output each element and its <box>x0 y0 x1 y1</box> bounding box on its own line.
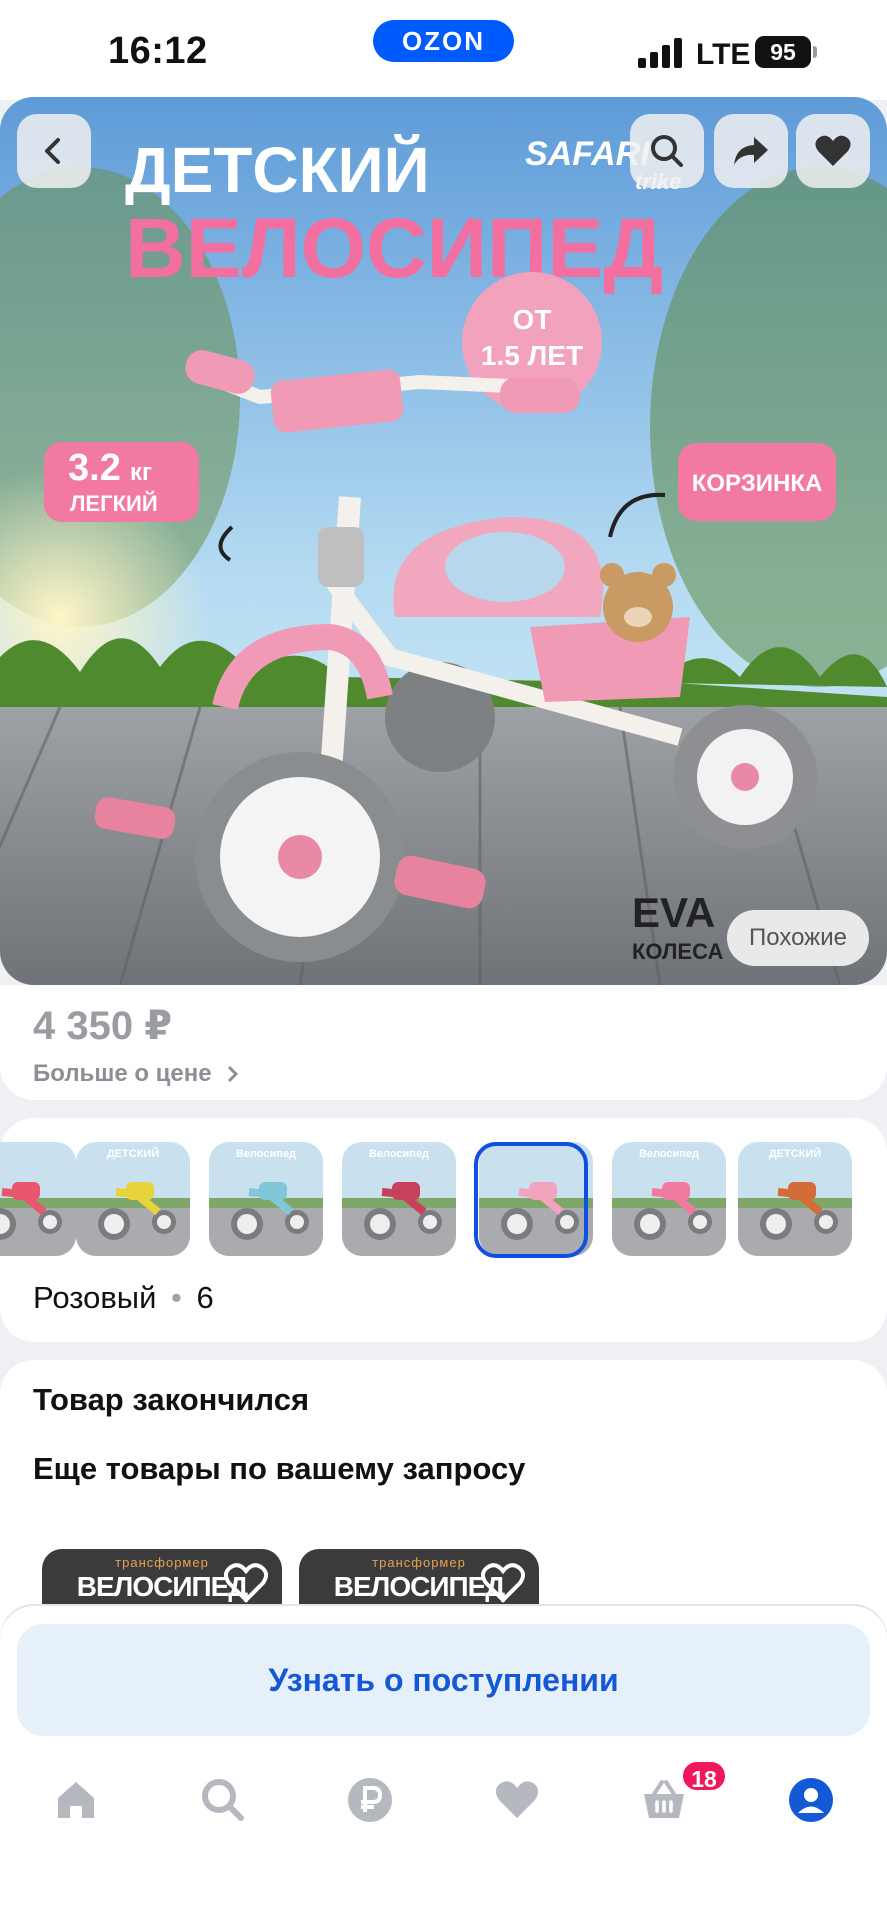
variant-thumbnail[interactable]: ДЕТСКИЙ <box>76 1142 190 1256</box>
favorite-icon <box>815 135 851 166</box>
price-value: 4 350 ₽ <box>33 1004 173 1048</box>
cellular-signal-icon <box>638 38 682 68</box>
age-badge-line1: ОТ <box>513 304 552 335</box>
share-button[interactable] <box>714 114 788 188</box>
variant-thumbnail-title: ДЕТСКИЙ <box>106 1148 160 1160</box>
headline-2: ВЕЛОСИПЕД <box>125 201 663 295</box>
variants-card: ДЕТСКИЙ Велосипед Велосипед Велосипед ДЕТСКИ… <box>0 1118 887 1342</box>
search-icon[interactable] <box>199 1776 247 1824</box>
favorite-icon[interactable] <box>481 1563 525 1603</box>
bottom-action-sheet: Узнать о поступлении 18 <box>0 1606 887 1920</box>
basket-label: КОРЗИНКА <box>692 470 823 497</box>
variant-count: 6 <box>196 1280 214 1315</box>
eva-label: EVA <box>632 889 715 936</box>
profile-icon[interactable] <box>787 1776 835 1824</box>
home-icon[interactable] <box>52 1776 100 1824</box>
variant-color-label: Розовый • 6 <box>33 1280 214 1316</box>
headline-1: ДЕТСКИЙ <box>125 133 430 206</box>
favorite-button[interactable] <box>796 114 870 188</box>
status-time: 16:12 <box>108 30 208 72</box>
battery-tip <box>813 46 817 58</box>
variant-thumbnail-title: ДЕТСКИЙ <box>768 1148 822 1160</box>
search-icon <box>651 135 683 167</box>
product-hero-image[interactable]: ДЕТСКИЙ ВЕЛОСИПЕД SAFARI trike ОТ 1.5 ЛЕ… <box>0 97 887 985</box>
variant-thumbnail-title: Велосипед <box>368 1148 430 1160</box>
variant-thumbnail[interactable]: Велосипед <box>209 1142 323 1256</box>
ruble-icon[interactable] <box>346 1776 394 1824</box>
product-photo: ДЕТСКИЙ ВЕЛОСИПЕД SAFARI trike ОТ 1.5 ЛЕ… <box>0 97 887 985</box>
variant-thumbnail[interactable]: ДЕТСКИЙ <box>738 1142 852 1256</box>
variant-thumbnail-title: Велосипед <box>638 1148 700 1160</box>
price-more-label: Больше о цене <box>33 1060 212 1087</box>
variant-thumbnail[interactable]: Велосипед <box>342 1142 456 1256</box>
back-icon <box>45 138 60 164</box>
cart-count-badge: 18 <box>680 1759 728 1793</box>
notify-availability-button[interactable]: Узнать о поступлении <box>17 1624 870 1736</box>
variant-color-name: Розовый <box>33 1280 157 1315</box>
favorites-icon[interactable] <box>493 1776 541 1824</box>
variant-separator: • <box>171 1280 182 1315</box>
variant-thumbnail[interactable] <box>0 1142 76 1256</box>
selected-variant-frame <box>474 1142 588 1258</box>
ozon-logo-pill[interactable]: OZON <box>373 20 514 62</box>
age-badge-line2: 1.5 ЛЕТ <box>481 340 583 371</box>
variant-thumbnail[interactable]: Велосипед <box>612 1142 726 1256</box>
variant-thumbnail-title: Велосипед <box>235 1148 297 1160</box>
battery-icon: 95 <box>755 36 811 68</box>
similar-button[interactable]: Похожие <box>727 910 869 966</box>
eva-sub: КОЛЕСА <box>632 939 723 964</box>
more-results-title: Еще товары по вашему запросу <box>33 1451 526 1486</box>
network-type: LTE <box>696 38 751 71</box>
share-icon <box>734 137 768 165</box>
weight-value: 3.2 <box>68 447 121 489</box>
back-button[interactable] <box>17 114 91 188</box>
status-bar: 16:12 OZON LTE 95 <box>0 0 887 100</box>
price-card: 4 350 ₽ Больше о цене <box>0 985 887 1100</box>
favorite-icon[interactable] <box>224 1563 268 1603</box>
search-button[interactable] <box>630 114 704 188</box>
chevron-right-icon <box>228 1065 239 1083</box>
price-more-link[interactable]: Больше о цене <box>33 1060 240 1088</box>
out-of-stock-title: Товар закончился <box>33 1382 310 1417</box>
weight-unit: кг <box>130 459 152 486</box>
weight-label: ЛЕГКИЙ <box>70 491 158 516</box>
